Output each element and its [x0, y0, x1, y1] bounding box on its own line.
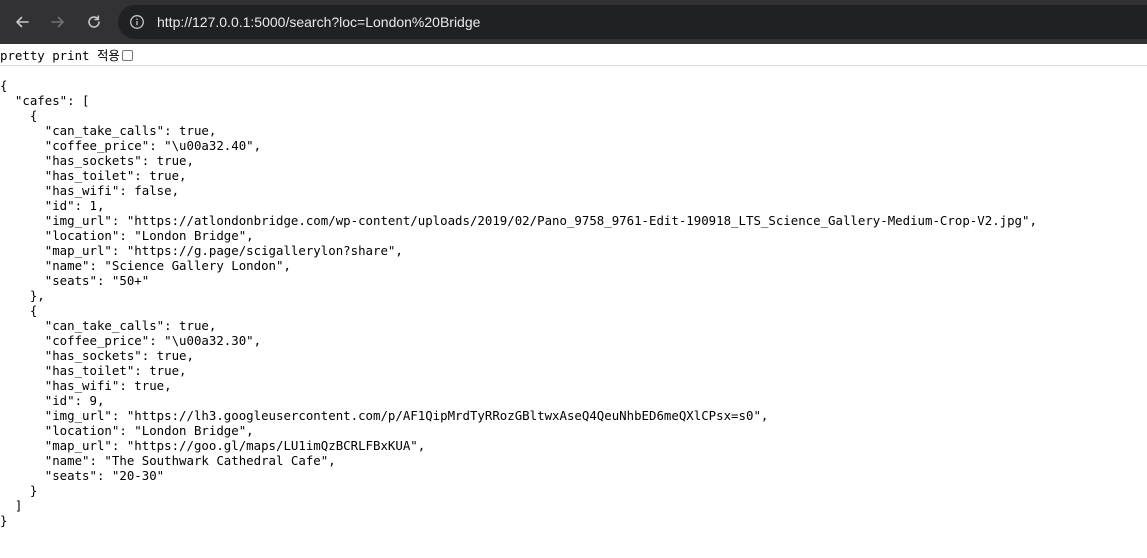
json-line: "map_url": "https://g.page/scigallerylon…: [0, 243, 403, 258]
json-line: "name": "Science Gallery London",: [0, 258, 291, 273]
json-line: "has_wifi": true,: [0, 378, 172, 393]
pretty-print-control: pretty print 적용: [0, 46, 133, 64]
address-bar[interactable]: http://127.0.0.1:5000/search?loc=London%…: [118, 5, 1147, 39]
json-line: {: [0, 108, 38, 123]
pretty-print-label: pretty print 적용: [0, 48, 120, 63]
json-line: "name": "The Southwark Cathedral Cafe",: [0, 453, 336, 468]
json-line: {: [0, 78, 8, 93]
url-text[interactable]: http://127.0.0.1:5000/search?loc=London%…: [157, 13, 480, 31]
pretty-print-checkbox[interactable]: [121, 49, 133, 61]
json-line: "has_toilet": true,: [0, 168, 187, 183]
json-line: "coffee_price": "\u00a32.30",: [0, 333, 262, 348]
forward-button[interactable]: [44, 8, 72, 36]
json-line: "id": 9,: [0, 393, 105, 408]
json-line: "coffee_price": "\u00a32.40",: [0, 138, 262, 153]
json-line: },: [0, 288, 45, 303]
browser-toolbar: http://127.0.0.1:5000/search?loc=London%…: [0, 0, 1147, 44]
json-line: }: [0, 483, 38, 498]
json-output: { "cafes": [ { "can_take_calls": true, "…: [0, 78, 1037, 528]
json-line: "has_sockets": true,: [0, 348, 194, 363]
json-line: "img_url": "https://atlondonbridge.com/w…: [0, 213, 1037, 228]
json-line: "can_take_calls": true,: [0, 123, 217, 138]
json-line: {: [0, 303, 38, 318]
back-button[interactable]: [8, 8, 36, 36]
json-line: }: [0, 513, 8, 528]
divider: [0, 65, 1147, 66]
json-line: "img_url": "https://lh3.googleuserconten…: [0, 408, 769, 423]
json-line: "location": "London Bridge",: [0, 228, 254, 243]
arrow-left-icon: [16, 16, 29, 28]
json-line: "location": "London Bridge",: [0, 423, 254, 438]
json-line: "map_url": "https://goo.gl/maps/LU1imQzB…: [0, 438, 426, 453]
arrow-right-icon: [51, 16, 64, 28]
json-line: ]: [0, 498, 23, 513]
json-line: "has_sockets": true,: [0, 153, 194, 168]
json-line: "seats": "20-30": [0, 468, 165, 483]
json-line: "can_take_calls": true,: [0, 318, 217, 333]
json-line: "has_toilet": true,: [0, 363, 187, 378]
info-circle-icon: [130, 15, 144, 29]
json-line: "seats": "50+": [0, 273, 150, 288]
json-line: "has_wifi": false,: [0, 183, 180, 198]
reload-button[interactable]: [80, 8, 108, 36]
json-line: "id": 1,: [0, 198, 105, 213]
json-line: "cafes": [: [0, 93, 90, 108]
reload-icon: [88, 15, 100, 28]
site-info-button[interactable]: [128, 13, 146, 31]
